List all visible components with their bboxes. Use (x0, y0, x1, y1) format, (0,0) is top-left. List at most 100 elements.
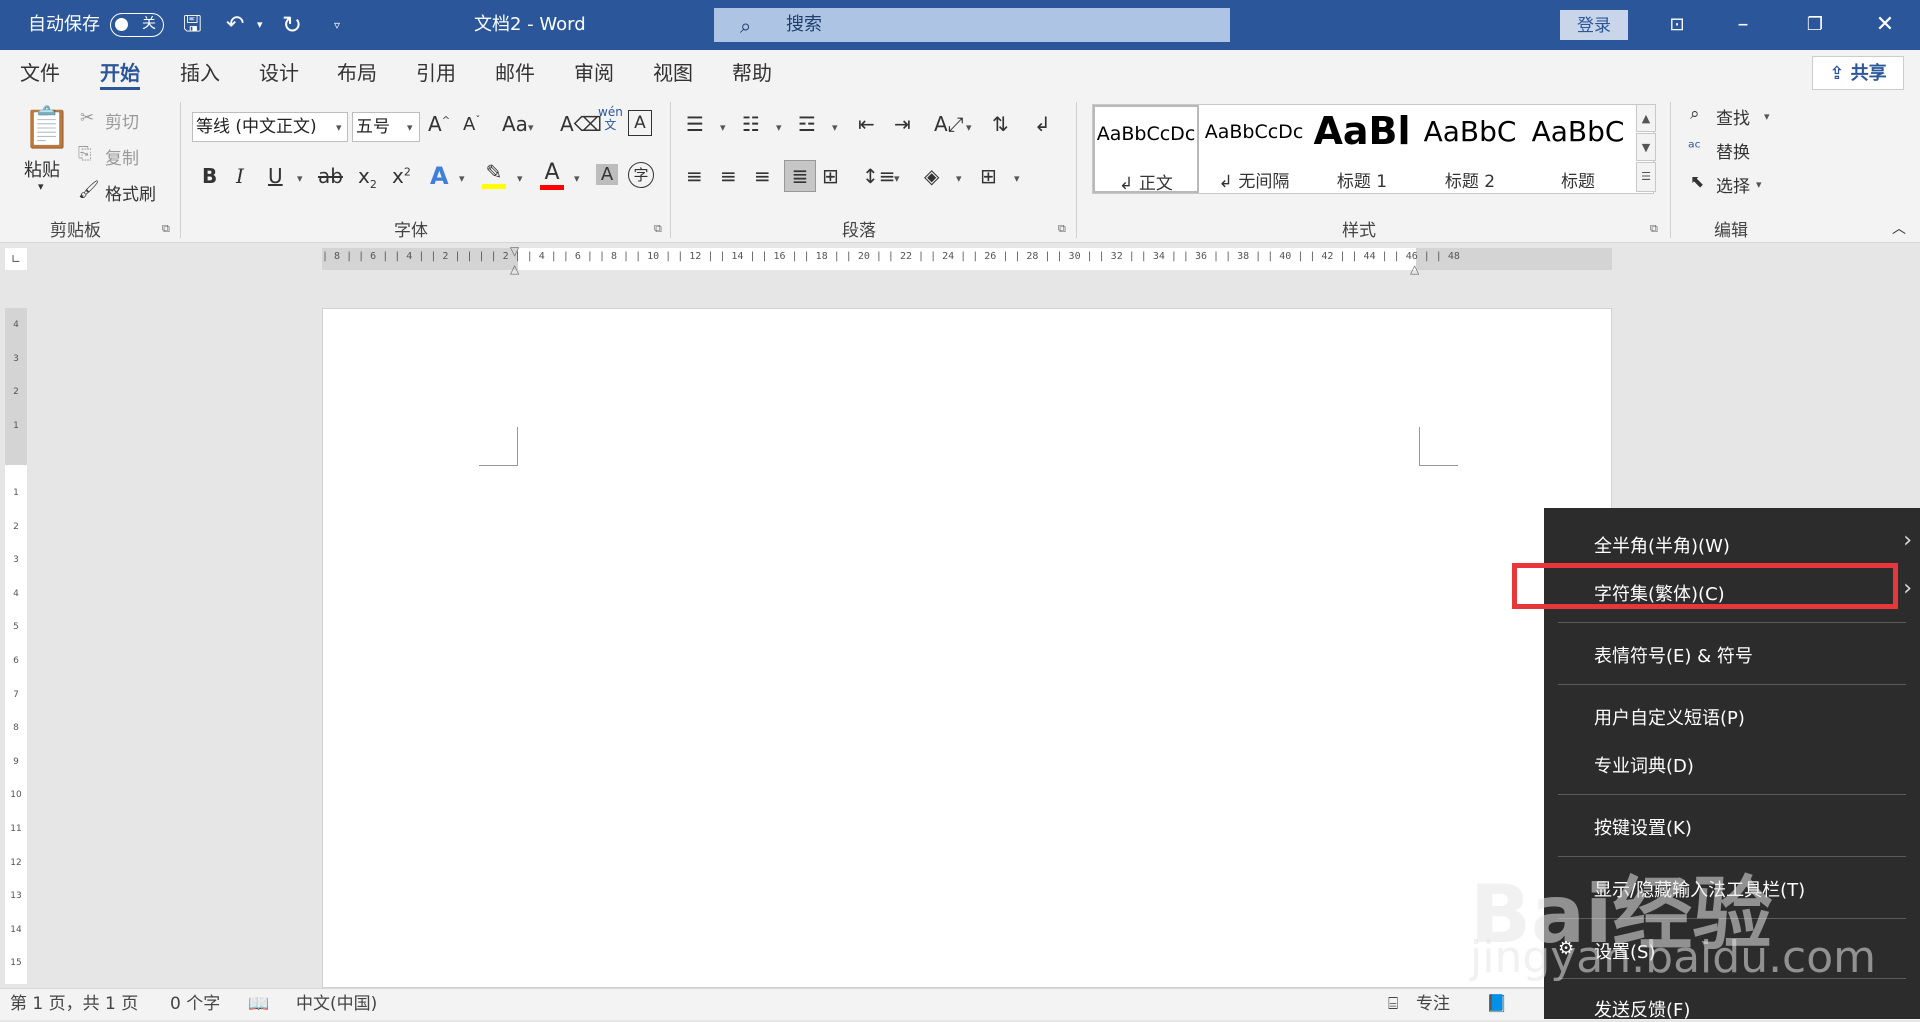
select-icon[interactable]: ⬉ (1690, 172, 1704, 192)
strikethrough-button[interactable]: ab (318, 164, 343, 188)
sort-icon[interactable]: ⇅ (992, 112, 1009, 136)
undo-dropdown-icon[interactable]: ▾ (257, 0, 263, 50)
cut-icon[interactable]: ✂ (80, 108, 94, 128)
multilevel-dropdown-icon[interactable]: ▾ (832, 121, 838, 134)
borders-dropdown-icon[interactable]: ▾ (1014, 172, 1020, 185)
shading-dropdown-icon[interactable]: ▾ (956, 172, 962, 185)
menu-item-key-settings[interactable]: 按键设置(K) (1594, 814, 1692, 840)
font-name-dropdown-icon[interactable]: ▾ (336, 121, 342, 134)
tab-layout[interactable]: 布局 (337, 50, 377, 96)
highlight-color-icon[interactable]: ✎ (482, 160, 506, 189)
copy-icon[interactable]: ⎘ (78, 144, 92, 164)
clear-formatting-icon[interactable]: A⌫ (560, 112, 602, 136)
paragraph-launcher-icon[interactable]: ⧉ (1058, 222, 1066, 236)
chinese-layout-icon[interactable]: A⤢ (934, 112, 964, 136)
shrink-font-icon[interactable]: Aˇ (463, 114, 480, 135)
tab-help[interactable]: 帮助 (732, 50, 772, 96)
underline-button[interactable]: U (268, 164, 283, 188)
cut-button[interactable]: 剪切 (105, 108, 139, 133)
chinese-layout-dropdown-icon[interactable]: ▾ (966, 121, 972, 134)
restore-icon[interactable]: ❐ (1790, 0, 1840, 50)
tab-selector-icon[interactable]: ∟ (5, 248, 27, 270)
tab-home[interactable]: 开始 (100, 50, 140, 96)
font-name-select[interactable]: 等线 (中文正文) (192, 112, 348, 142)
word-count[interactable]: 0 个字 (170, 989, 220, 1020)
distributed-icon[interactable]: ⊞ (822, 164, 839, 188)
underline-dropdown-icon[interactable]: ▾ (297, 172, 303, 185)
align-right-icon[interactable]: ≡ (754, 164, 771, 188)
change-case-icon[interactable]: Aa▾ (502, 112, 533, 136)
horizontal-ruler[interactable]: | 8 | | 6 | | 4 | | 2 | | | | 2 | | 4 | … (322, 244, 1612, 276)
document-page[interactable] (322, 308, 1612, 988)
gallery-down-icon[interactable]: ▼ (1636, 133, 1656, 161)
read-mode-icon[interactable]: 📘 (1486, 989, 1507, 1020)
tab-view[interactable]: 视图 (653, 50, 693, 96)
menu-item-emoji-symbols[interactable]: 表情符号(E) & 符号 (1594, 642, 1753, 668)
line-spacing-dropdown-icon[interactable]: ▾ (894, 172, 900, 185)
menu-item-feedback[interactable]: 发送反馈(F) (1594, 996, 1690, 1022)
customize-icon[interactable]: ▿ (334, 0, 340, 50)
clipboard-launcher-icon[interactable]: ⧉ (162, 222, 170, 236)
align-left-icon[interactable]: ≡ (686, 164, 703, 188)
find-button[interactable]: 查找 (1716, 104, 1750, 129)
decrease-indent-icon[interactable]: ⇤ (858, 112, 875, 136)
text-effects-dropdown-icon[interactable]: ▾ (459, 172, 465, 185)
right-indent-icon[interactable]: △ (1410, 262, 1419, 276)
format-painter-icon[interactable]: 🖌 (78, 180, 100, 200)
font-color-icon[interactable]: A (540, 160, 564, 190)
style-normal[interactable]: AaBbCcDc ↲ 正文 (1093, 105, 1199, 193)
vertical-ruler[interactable]: 4 3 2 1 1 2 3 4 5 6 7 8 9 10 11 12 13 14 15 (5, 308, 27, 984)
italic-button[interactable]: I (236, 164, 244, 188)
bullets-dropdown-icon[interactable]: ▾ (720, 121, 726, 134)
paste-icon[interactable]: 📋 (22, 104, 72, 151)
font-size-dropdown-icon[interactable]: ▾ (407, 121, 413, 134)
ribbon-display-icon[interactable]: ⊡ (1652, 0, 1702, 50)
find-icon[interactable]: ⌕ (1690, 104, 1700, 124)
multilevel-list-icon[interactable]: ☲ (798, 112, 816, 136)
select-button[interactable]: 选择 (1716, 172, 1750, 197)
phonetic-guide-icon[interactable]: wén 文 (598, 106, 623, 132)
shading-icon[interactable]: ◈ (924, 164, 939, 188)
redo-icon[interactable]: ↻ (282, 0, 302, 50)
styles-launcher-icon[interactable]: ⧉ (1650, 222, 1658, 236)
autosave-toggle[interactable]: 关 (110, 13, 164, 37)
grow-font-icon[interactable]: A^ (428, 112, 450, 136)
select-dropdown-icon[interactable]: ▾ (1756, 178, 1762, 191)
gallery-up-icon[interactable]: ▲ (1636, 104, 1656, 132)
replace-button[interactable]: 替换 (1716, 138, 1750, 163)
format-painter-button[interactable]: 格式刷 (105, 180, 156, 205)
paste-dropdown-icon[interactable]: ▾ (38, 180, 44, 193)
find-dropdown-icon[interactable]: ▾ (1764, 110, 1770, 123)
collapse-ribbon-icon[interactable]: ︿ (1892, 218, 1906, 238)
undo-icon[interactable]: ↶ (226, 0, 244, 50)
enclose-characters-icon[interactable]: 字 (628, 162, 654, 188)
highlight-dropdown-icon[interactable]: ▾ (517, 172, 523, 185)
line-spacing-icon[interactable]: ↕≡ (862, 164, 896, 188)
share-button[interactable]: ⇪ 共享 (1812, 56, 1904, 90)
copy-button[interactable]: 复制 (105, 144, 139, 169)
proofing-icon[interactable]: 📖 (248, 989, 269, 1020)
tab-review[interactable]: 审阅 (574, 50, 614, 96)
login-button[interactable]: 登录 (1560, 10, 1628, 40)
style-heading-2[interactable]: AaBbC 标题 2 (1417, 105, 1523, 193)
character-border-icon[interactable]: A (628, 110, 652, 136)
tab-insert[interactable]: 插入 (180, 50, 220, 96)
style-title[interactable]: AaBbC 标题 (1525, 105, 1631, 193)
show-marks-icon[interactable]: ↲ (1034, 112, 1051, 136)
paste-button[interactable]: 粘贴 (24, 156, 60, 182)
increase-indent-icon[interactable]: ⇥ (894, 112, 911, 136)
tab-references[interactable]: 引用 (416, 50, 456, 96)
close-icon[interactable]: ✕ (1860, 0, 1910, 50)
minimize-icon[interactable]: – (1718, 0, 1768, 50)
align-center-icon[interactable]: ≡ (720, 164, 737, 188)
font-launcher-icon[interactable]: ⧉ (654, 222, 662, 236)
left-indent-icon[interactable]: △ (510, 262, 519, 276)
first-line-indent-icon[interactable]: ▽ (510, 244, 519, 258)
tab-design[interactable]: 设计 (259, 50, 299, 96)
menu-item-pro-dictionary[interactable]: 专业词典(D) (1594, 752, 1694, 778)
focus-button[interactable]: 专注 (1416, 989, 1450, 1020)
tab-file[interactable]: 文件 (20, 50, 60, 96)
search-input[interactable]: ⌕ 搜索 (714, 8, 1230, 42)
tab-mailings[interactable]: 邮件 (495, 50, 535, 96)
font-color-dropdown-icon[interactable]: ▾ (574, 172, 580, 185)
